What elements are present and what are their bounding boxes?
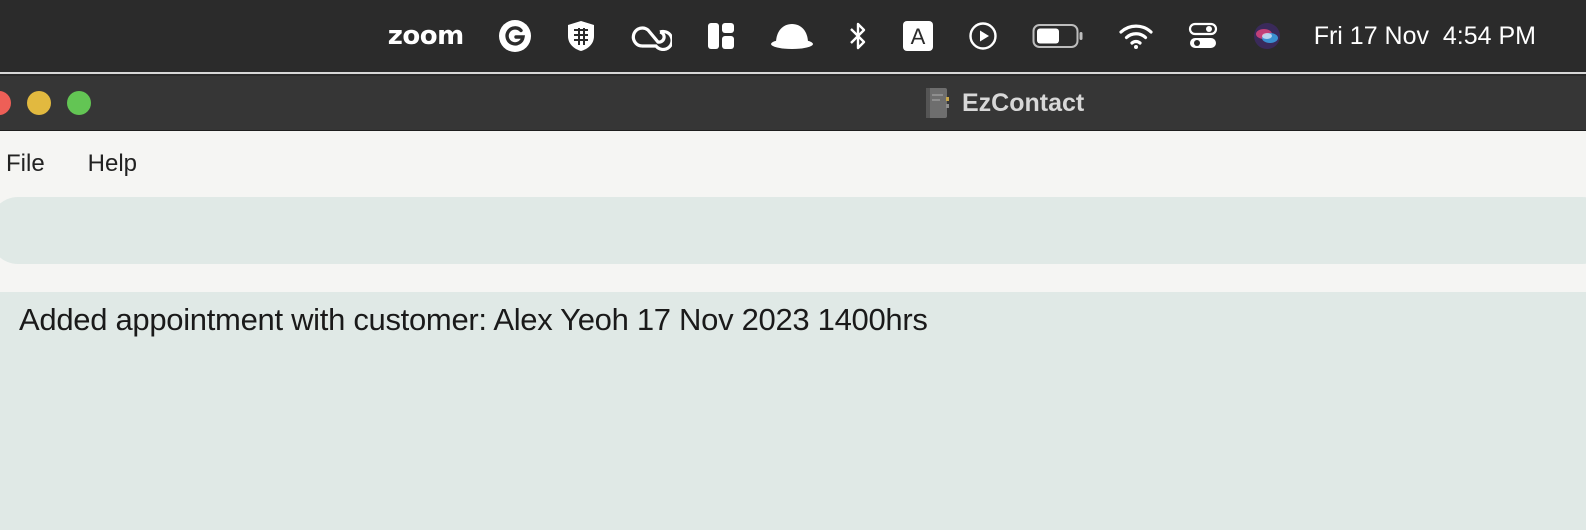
window-title: EzContact [962,88,1085,117]
minimize-window-button[interactable] [27,91,51,115]
system-menu-bar: zoom A Fri 17 Nov 4:54 PM [0,0,1586,74]
siri-icon[interactable] [1252,16,1282,56]
address-book-icon [926,88,949,118]
maximize-window-button[interactable] [67,91,91,115]
menu-help[interactable]: Help [88,150,137,178]
play-circle-icon[interactable] [968,16,998,56]
menu-bar-clock[interactable]: Fri 17 Nov 4:54 PM [1314,16,1536,56]
result-display: Added appointment with customer: Alex Ye… [0,292,1586,530]
result-message: Added appointment with customer: Alex Ye… [19,302,928,337]
battery-icon[interactable] [1032,16,1084,56]
shield-icon[interactable] [566,16,596,56]
window-title-group: EzContact [924,86,1084,120]
input-source-icon[interactable]: A [902,16,934,56]
command-input[interactable] [0,197,1586,264]
app-menu-bar: File Help [0,131,1586,197]
input-source-label: A [910,24,925,49]
menu-file[interactable]: File [6,150,45,178]
helmet-icon[interactable] [770,16,814,56]
close-window-button[interactable] [0,91,11,115]
creative-cloud-icon[interactable] [630,16,672,56]
command-box-container [0,197,1586,292]
control-center-icon[interactable] [1188,16,1218,56]
wifi-icon[interactable] [1118,16,1154,56]
grammarly-icon[interactable] [498,16,532,56]
bluetooth-icon[interactable] [848,16,868,56]
zoom-menu-item[interactable]: zoom [388,16,464,56]
window-title-bar[interactable]: EzContact [0,76,1586,131]
layout-icon[interactable] [706,16,736,56]
